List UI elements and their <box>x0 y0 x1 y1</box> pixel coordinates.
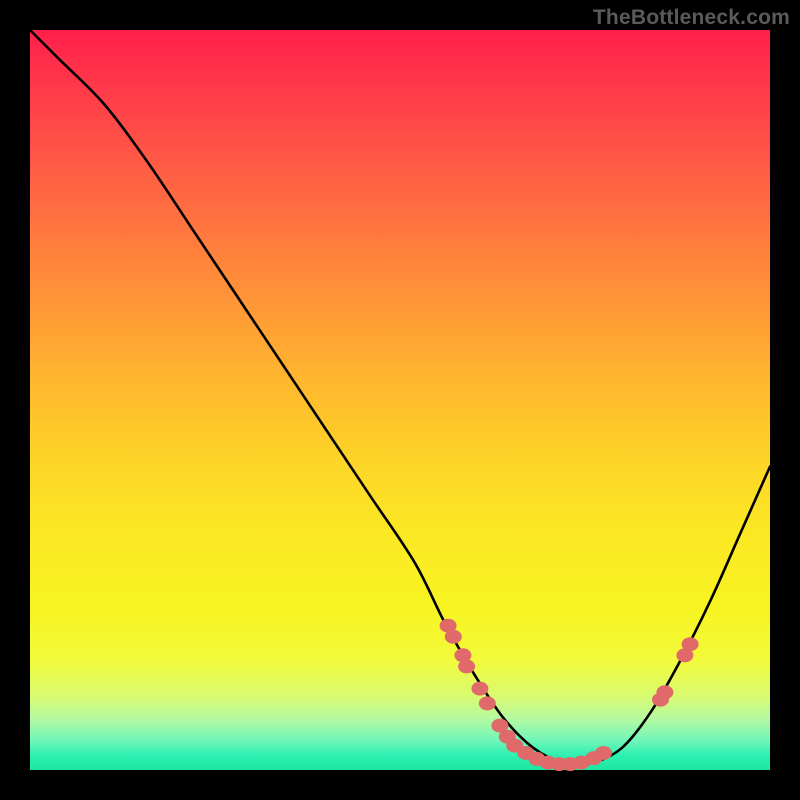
bottleneck-curve <box>30 30 770 764</box>
chart-svg <box>30 30 770 770</box>
curve-marker <box>445 630 462 644</box>
curve-markers <box>440 619 699 771</box>
curve-marker <box>471 682 488 696</box>
curve-marker <box>595 746 612 760</box>
curve-marker <box>479 696 496 710</box>
curve-marker <box>656 685 673 699</box>
curve-marker <box>682 637 699 651</box>
watermark-text: TheBottleneck.com <box>593 6 790 30</box>
curve-marker <box>458 659 475 673</box>
